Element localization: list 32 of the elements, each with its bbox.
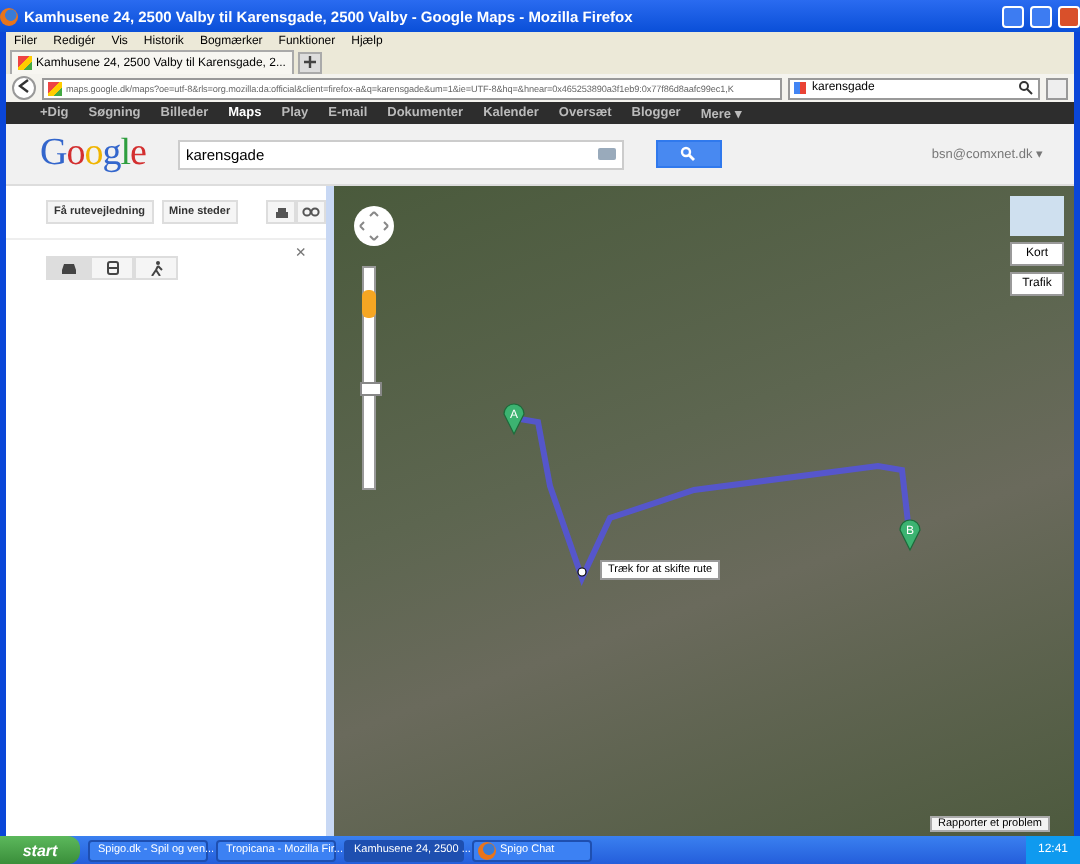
travel-mode-button[interactable]	[90, 256, 134, 280]
scrollbar[interactable]	[326, 186, 334, 836]
home-button[interactable]	[1046, 77, 1068, 99]
travel-mode-button[interactable]	[134, 256, 178, 280]
search-button[interactable]	[655, 140, 722, 168]
minimize-button[interactable]	[1002, 5, 1024, 27]
back-button[interactable]	[12, 76, 36, 100]
link-icon	[302, 206, 320, 218]
maps-icon	[48, 81, 62, 95]
world-map-thumbnail[interactable]	[1010, 196, 1064, 236]
maps-icon	[18, 56, 32, 70]
link-button[interactable]	[296, 200, 326, 224]
printer-icon	[273, 205, 289, 219]
search-icon	[1018, 80, 1034, 96]
keyboard-icon	[597, 148, 616, 160]
firefox-icon	[0, 7, 18, 25]
walking-person-icon	[147, 260, 165, 276]
search-engine-icon	[794, 82, 806, 94]
travel-mode-button[interactable]	[46, 256, 90, 280]
zoom-slider-thumb[interactable]	[360, 381, 382, 395]
close-icon[interactable]: ×	[295, 242, 306, 262]
pan-control[interactable]	[354, 206, 394, 246]
close-button[interactable]	[1058, 5, 1080, 27]
new-tab-button[interactable]	[297, 52, 322, 74]
maximize-button[interactable]	[1030, 5, 1052, 27]
route-handle[interactable]	[577, 567, 587, 577]
bus-icon	[103, 260, 121, 276]
search-icon	[680, 146, 697, 162]
google-logo: Google	[40, 132, 146, 176]
plus-icon	[301, 54, 318, 70]
car-icon	[59, 260, 77, 276]
print-button[interactable]	[266, 200, 296, 224]
